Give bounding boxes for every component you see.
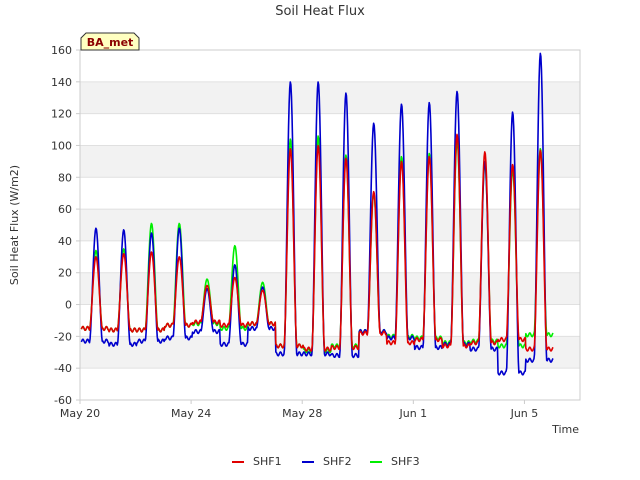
y-tick-label: 160 xyxy=(51,44,72,57)
x-tick-label: Jun 5 xyxy=(510,407,539,420)
plot-background xyxy=(80,81,580,369)
badge-label: BA_met xyxy=(87,36,134,49)
x-axis-label: Time xyxy=(551,423,579,436)
y-axis-ticks: -60 -40 -20 0 20 40 60 80 100 120 140 160 xyxy=(51,44,80,407)
legend-label-shf1: SHF1 xyxy=(253,455,282,468)
y-tick-label: 40 xyxy=(58,235,72,248)
y-tick-label: 0 xyxy=(65,299,72,312)
soil-heat-flux-chart: Soil Heat Flux -60 -40 -20 0 20 40 60 80 100 120 1… xyxy=(8,4,581,468)
y-tick-label: 80 xyxy=(58,171,72,184)
y-tick-label: -60 xyxy=(54,394,72,407)
y-tick-label: 60 xyxy=(58,203,72,216)
x-tick-label: May 20 xyxy=(60,407,100,420)
chart-title: Soil Heat Flux xyxy=(275,4,365,19)
site-badge: BA_met xyxy=(80,32,140,51)
y-tick-label: 140 xyxy=(51,76,72,89)
y-tick-label: 20 xyxy=(58,267,72,280)
legend-label-shf2: SHF2 xyxy=(323,455,352,468)
y-tick-label: 120 xyxy=(51,108,72,121)
x-tick-label: May 28 xyxy=(282,407,322,420)
grid-band xyxy=(80,209,580,241)
grid-band xyxy=(80,81,580,114)
grid-band xyxy=(80,145,580,178)
y-axis-label: Soil Heat Flux (W/m2) xyxy=(8,165,21,285)
x-tick-label: May 24 xyxy=(171,407,211,420)
y-tick-label: -20 xyxy=(54,330,72,343)
legend: SHF1 SHF2 SHF3 xyxy=(232,455,420,468)
x-tick-label: Jun 1 xyxy=(398,407,427,420)
x-axis-ticks: May 20 May 24 May 28 Jun 1 Jun 5 xyxy=(60,400,538,420)
y-tick-label: -40 xyxy=(54,362,72,375)
y-tick-label: 100 xyxy=(51,139,72,152)
legend-label-shf3: SHF3 xyxy=(391,455,420,468)
